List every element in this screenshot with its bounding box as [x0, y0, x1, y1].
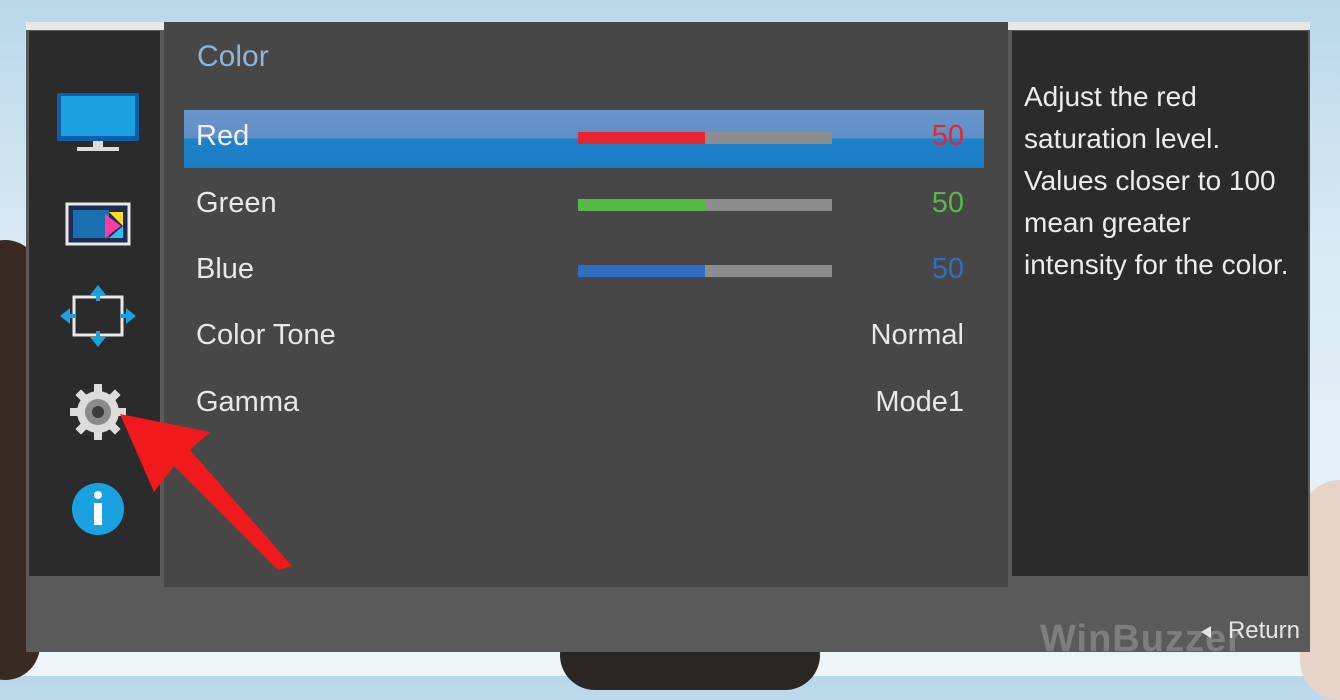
blue-level-fill [578, 265, 705, 277]
position-icon[interactable] [53, 281, 143, 351]
red-level-fill [578, 132, 705, 144]
gamma-value: Mode1 [875, 386, 964, 418]
menu-item-label: Red [196, 120, 250, 152]
help-panel: Adjust the red saturation level. Values … [1012, 31, 1308, 576]
menu-item-red[interactable]: Red 50 [184, 110, 984, 168]
green-value: 50 [931, 187, 964, 219]
menu-item-label: Green [196, 187, 277, 219]
picture-icon[interactable] [53, 189, 143, 259]
blue-value: 50 [931, 253, 964, 285]
red-level-bar[interactable] [578, 132, 832, 144]
green-level-fill [578, 199, 705, 211]
watermark-text: WinBuzzer [1040, 618, 1243, 660]
blue-level-bar[interactable] [578, 265, 832, 277]
color-tone-value: Normal [870, 319, 964, 351]
menu-item-green[interactable]: Green 50 [184, 177, 984, 235]
menu-item-label: Blue [196, 253, 255, 285]
menu-item-blue[interactable]: Blue 50 [184, 243, 984, 301]
red-value: 50 [931, 120, 964, 152]
annotation-arrow-icon [120, 414, 292, 570]
menu-title: Color [197, 40, 269, 73]
green-level-bar[interactable] [578, 199, 832, 211]
menu-item-color-tone[interactable]: Color Tone Normal [184, 309, 984, 367]
watermark-logo: WinBuzzer [1040, 618, 1243, 661]
monitor-icon[interactable] [53, 89, 143, 159]
help-text: Adjust the red saturation level. Values … [1024, 81, 1289, 280]
menu-item-label: Color Tone [196, 319, 336, 351]
